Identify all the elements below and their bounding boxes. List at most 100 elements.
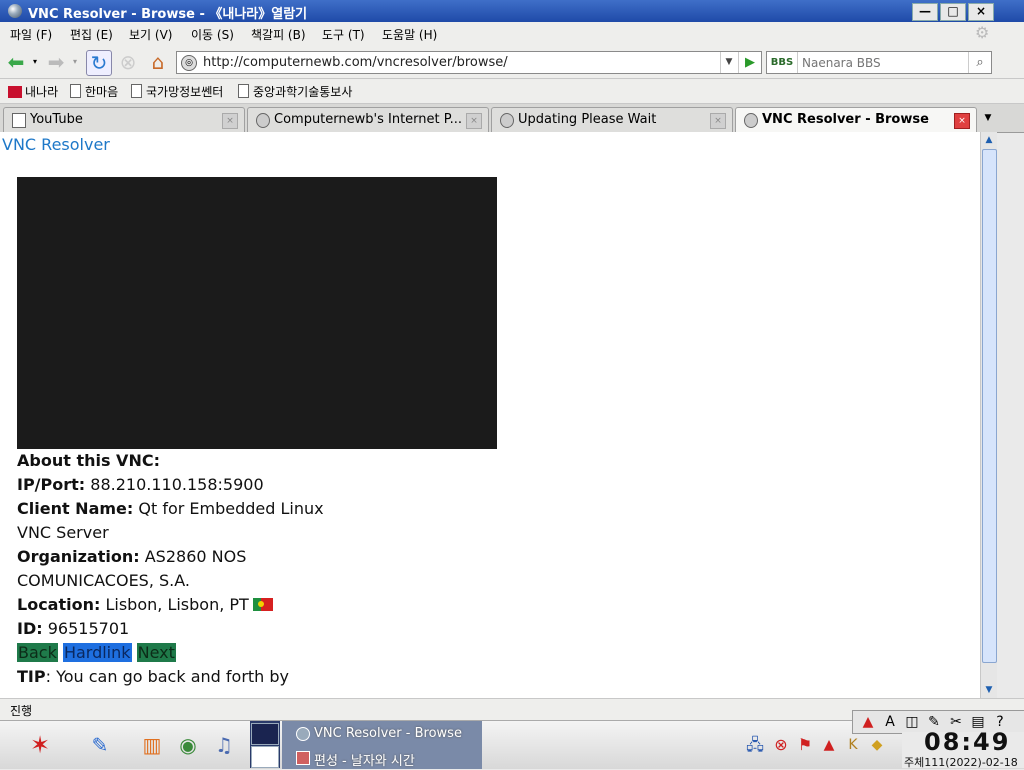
scrollbar-thumb[interactable] — [982, 149, 997, 663]
vnc-favicon-icon — [500, 113, 514, 128]
page-content: VNC Resolver About this VNC: IP/Port: 88… — [0, 132, 980, 698]
id-label: ID: — [17, 619, 43, 638]
portugal-flag-icon — [252, 598, 273, 611]
page-icon — [131, 84, 142, 98]
vnc-screenshot — [17, 177, 497, 449]
tab-youtube[interactable]: YouTube × — [3, 107, 245, 132]
tip-row: TIP: You can go back and forth by — [17, 667, 289, 686]
task-browser[interactable]: VNC Resolver - Browse — [314, 726, 462, 741]
next-link[interactable]: Next — [136, 643, 176, 662]
location-label: Location: — [17, 595, 101, 614]
organization-label: Organization: — [17, 547, 140, 566]
volume-muted-icon[interactable]: ⊗ — [770, 731, 792, 759]
clock-settings-task-icon — [296, 751, 310, 765]
url-history-dropdown-icon[interactable]: ▼ — [720, 52, 737, 73]
status-text: 진행 — [10, 704, 33, 718]
close-window-button[interactable]: × — [968, 3, 994, 21]
back-history-dropdown-icon[interactable]: ▾ — [28, 50, 42, 74]
tab-list-dropdown-icon[interactable]: ▼ — [980, 107, 996, 129]
task-clock-settings[interactable]: 편성 - 날자와 시간 — [314, 750, 415, 769]
panel-icon[interactable]: ◫ — [903, 713, 921, 731]
task-list: VNC Resolver - Browse 편성 - 날자와 시간 — [282, 721, 482, 769]
bookmark-hanmaeum[interactable]: 한마음 — [70, 83, 118, 100]
notes-icon[interactable]: ◆ — [866, 731, 888, 759]
browser-globe-icon — [8, 4, 22, 18]
navigation-links: Back Hardlink Next — [17, 643, 176, 662]
site-title-link[interactable]: VNC Resolver — [2, 135, 110, 154]
client-value: Qt for Embedded Linux — [138, 499, 324, 518]
close-tab-icon[interactable]: × — [466, 113, 482, 129]
reload-icon[interactable]: ↻ — [86, 50, 112, 76]
vnc-favicon-icon — [744, 113, 758, 128]
organization-row: Organization: AS2860 NOS — [17, 547, 246, 566]
bookmarks-toolbar: 내나라 한마음 국가망정보쎈터 중앙과학기술통보사 — [0, 79, 1024, 104]
bookmark-science-tech[interactable]: 중앙과학기술통보사 — [238, 83, 352, 100]
workspace-1[interactable] — [251, 723, 279, 745]
stop-icon[interactable]: ⊗ — [116, 50, 140, 74]
tab-computernewb[interactable]: Computernewb's Internet P... × — [247, 107, 489, 132]
home-icon[interactable]: ⌂ — [146, 50, 170, 74]
text-editor-icon[interactable]: ✎ — [86, 731, 114, 759]
browser-launcher-icon[interactable]: ◉ — [174, 731, 202, 759]
keyboard-layout-icon[interactable]: K — [842, 731, 864, 759]
tab-label: Updating Please Wait — [518, 112, 657, 127]
clock[interactable]: 08:49 주체111(2022)-02-18 — [902, 728, 1024, 769]
back-link[interactable]: Back — [17, 643, 58, 662]
tab-updating[interactable]: Updating Please Wait × — [491, 107, 733, 132]
menu-help[interactable]: 도움말 (H) — [382, 26, 437, 43]
client-label: Client Name: — [17, 499, 134, 518]
forward-arrow-icon[interactable]: ➡ — [44, 50, 68, 74]
hardlink-link[interactable]: Hardlink — [62, 643, 132, 662]
menu-bookmarks[interactable]: 책갈피 (B) — [251, 26, 306, 43]
site-identity-icon[interactable]: ◎ — [181, 55, 197, 71]
ip-value: 88.210.110.158:5900 — [90, 475, 264, 494]
window-titlebar: VNC Resolver - Browse - 《내나라》열람기 — □ × — [0, 0, 1024, 22]
client-name-row: Client Name: Qt for Embedded Linux — [17, 499, 324, 518]
url-bar[interactable]: ◎ http://computernewb.com/vncresolver/br… — [176, 51, 762, 74]
menu-file[interactable]: 파일 (F) — [10, 26, 52, 43]
menu-view[interactable]: 보기 (V) — [129, 26, 172, 43]
search-bar: BBS ⌕ — [766, 51, 992, 74]
font-icon[interactable]: A — [881, 713, 899, 731]
ip-label: IP/Port: — [17, 475, 86, 494]
vertical-scrollbar[interactable]: ▲ ▼ — [980, 132, 997, 698]
search-input[interactable] — [800, 53, 964, 72]
bookmark-naenara[interactable]: 내나라 — [8, 83, 58, 100]
update-icon[interactable]: ▲ — [818, 731, 840, 759]
about-heading: About this VNC: — [17, 451, 160, 470]
scroll-down-arrow-icon[interactable]: ▼ — [981, 682, 997, 698]
naenara-logo-icon — [8, 86, 22, 98]
close-tab-icon[interactable]: × — [954, 113, 970, 129]
flag-icon[interactable]: ⚑ — [794, 731, 816, 759]
page-icon — [12, 113, 26, 128]
menu-go[interactable]: 이동 (S) — [191, 26, 234, 43]
close-tab-icon[interactable]: × — [222, 113, 238, 129]
location-value: Lisbon, Lisbon, PT — [105, 595, 249, 614]
desktop-pager[interactable] — [250, 721, 280, 768]
fire-icon[interactable]: ▲ — [859, 713, 877, 731]
bookmark-national-network[interactable]: 국가망정보쎈터 — [131, 83, 223, 100]
media-player-icon[interactable]: ♫ — [210, 731, 238, 759]
location-row: Location: Lisbon, Lisbon, PT — [17, 595, 273, 614]
menu-tools[interactable]: 도구 (T) — [322, 26, 365, 43]
maximize-button[interactable]: □ — [940, 3, 966, 21]
tab-vnc-resolver-active[interactable]: VNC Resolver - Browse × — [735, 107, 977, 133]
back-arrow-icon[interactable]: ⬅ — [4, 50, 28, 74]
menu-edit[interactable]: 편집 (E) — [70, 26, 113, 43]
organization-value: AS2860 NOS — [144, 547, 247, 566]
tab-label: VNC Resolver - Browse — [762, 112, 929, 127]
close-tab-icon[interactable]: × — [710, 113, 726, 129]
vnc-favicon-icon — [256, 113, 270, 128]
page-icon — [238, 84, 249, 98]
forward-history-dropdown-icon[interactable]: ▾ — [68, 50, 82, 74]
search-magnifier-icon[interactable]: ⌕ — [968, 52, 991, 73]
url-text[interactable]: http://computernewb.com/vncresolver/brow… — [203, 55, 508, 70]
file-manager-icon[interactable]: ▥ — [138, 731, 166, 759]
search-engine-selector[interactable]: BBS — [767, 52, 798, 73]
start-menu-icon[interactable]: ✶ — [12, 731, 68, 759]
scroll-up-arrow-icon[interactable]: ▲ — [981, 132, 997, 148]
network-icon[interactable]: 🖧 — [744, 731, 766, 759]
go-button-icon[interactable]: ▶ — [738, 52, 761, 73]
workspace-2[interactable] — [251, 746, 279, 768]
minimize-button[interactable]: — — [912, 3, 938, 21]
